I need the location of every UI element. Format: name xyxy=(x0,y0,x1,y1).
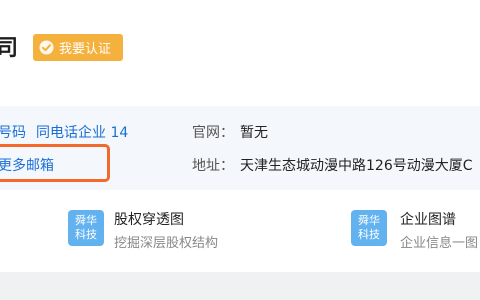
website-value: 暂无 xyxy=(240,125,268,141)
same-phone-companies-link[interactable]: 同电话企业 14 xyxy=(36,122,128,142)
company-name: 司 xyxy=(0,36,20,61)
website-label: 官网： xyxy=(192,125,234,141)
equity-chart-logo-icon: 舜华 科技 xyxy=(68,210,104,246)
address-label: 地址： xyxy=(192,158,234,174)
equity-penetration-title[interactable]: 股权穿透图 xyxy=(114,209,184,229)
verify-label: 我要认证 xyxy=(59,42,112,57)
top-strip xyxy=(0,0,480,22)
logo-text-line2: 科技 xyxy=(358,228,380,241)
verify-button[interactable]: 我要认证 xyxy=(33,34,123,61)
same-phone-label: 同电话企业 xyxy=(36,125,106,141)
enterprise-graph-logo-icon: 舜华 科技 xyxy=(351,210,387,246)
logo-text-line1: 舜华 xyxy=(75,214,97,227)
bottom-separator xyxy=(0,272,480,300)
logo-text-line2: 科技 xyxy=(75,228,97,241)
verified-check-icon xyxy=(39,40,54,55)
enterprise-graph-subtitle: 企业信息一图 xyxy=(400,236,479,251)
company-card: 司 我要认证 号码 同电话企业 14 官网： 暂无 更多邮箱 地址： 天津生态城… xyxy=(0,0,480,272)
enterprise-graph-title[interactable]: 企业图谱 xyxy=(400,209,456,229)
equity-penetration-subtitle: 挖掘深层股权结构 xyxy=(114,236,219,251)
highlight-annotation xyxy=(0,144,110,182)
logo-text-line1: 舜华 xyxy=(358,214,380,227)
same-phone-count: 14 xyxy=(110,125,129,141)
more-phone-link[interactable]: 号码 xyxy=(0,122,26,142)
address-value: 天津生态城动漫中路126号动漫大厦C xyxy=(240,158,473,174)
